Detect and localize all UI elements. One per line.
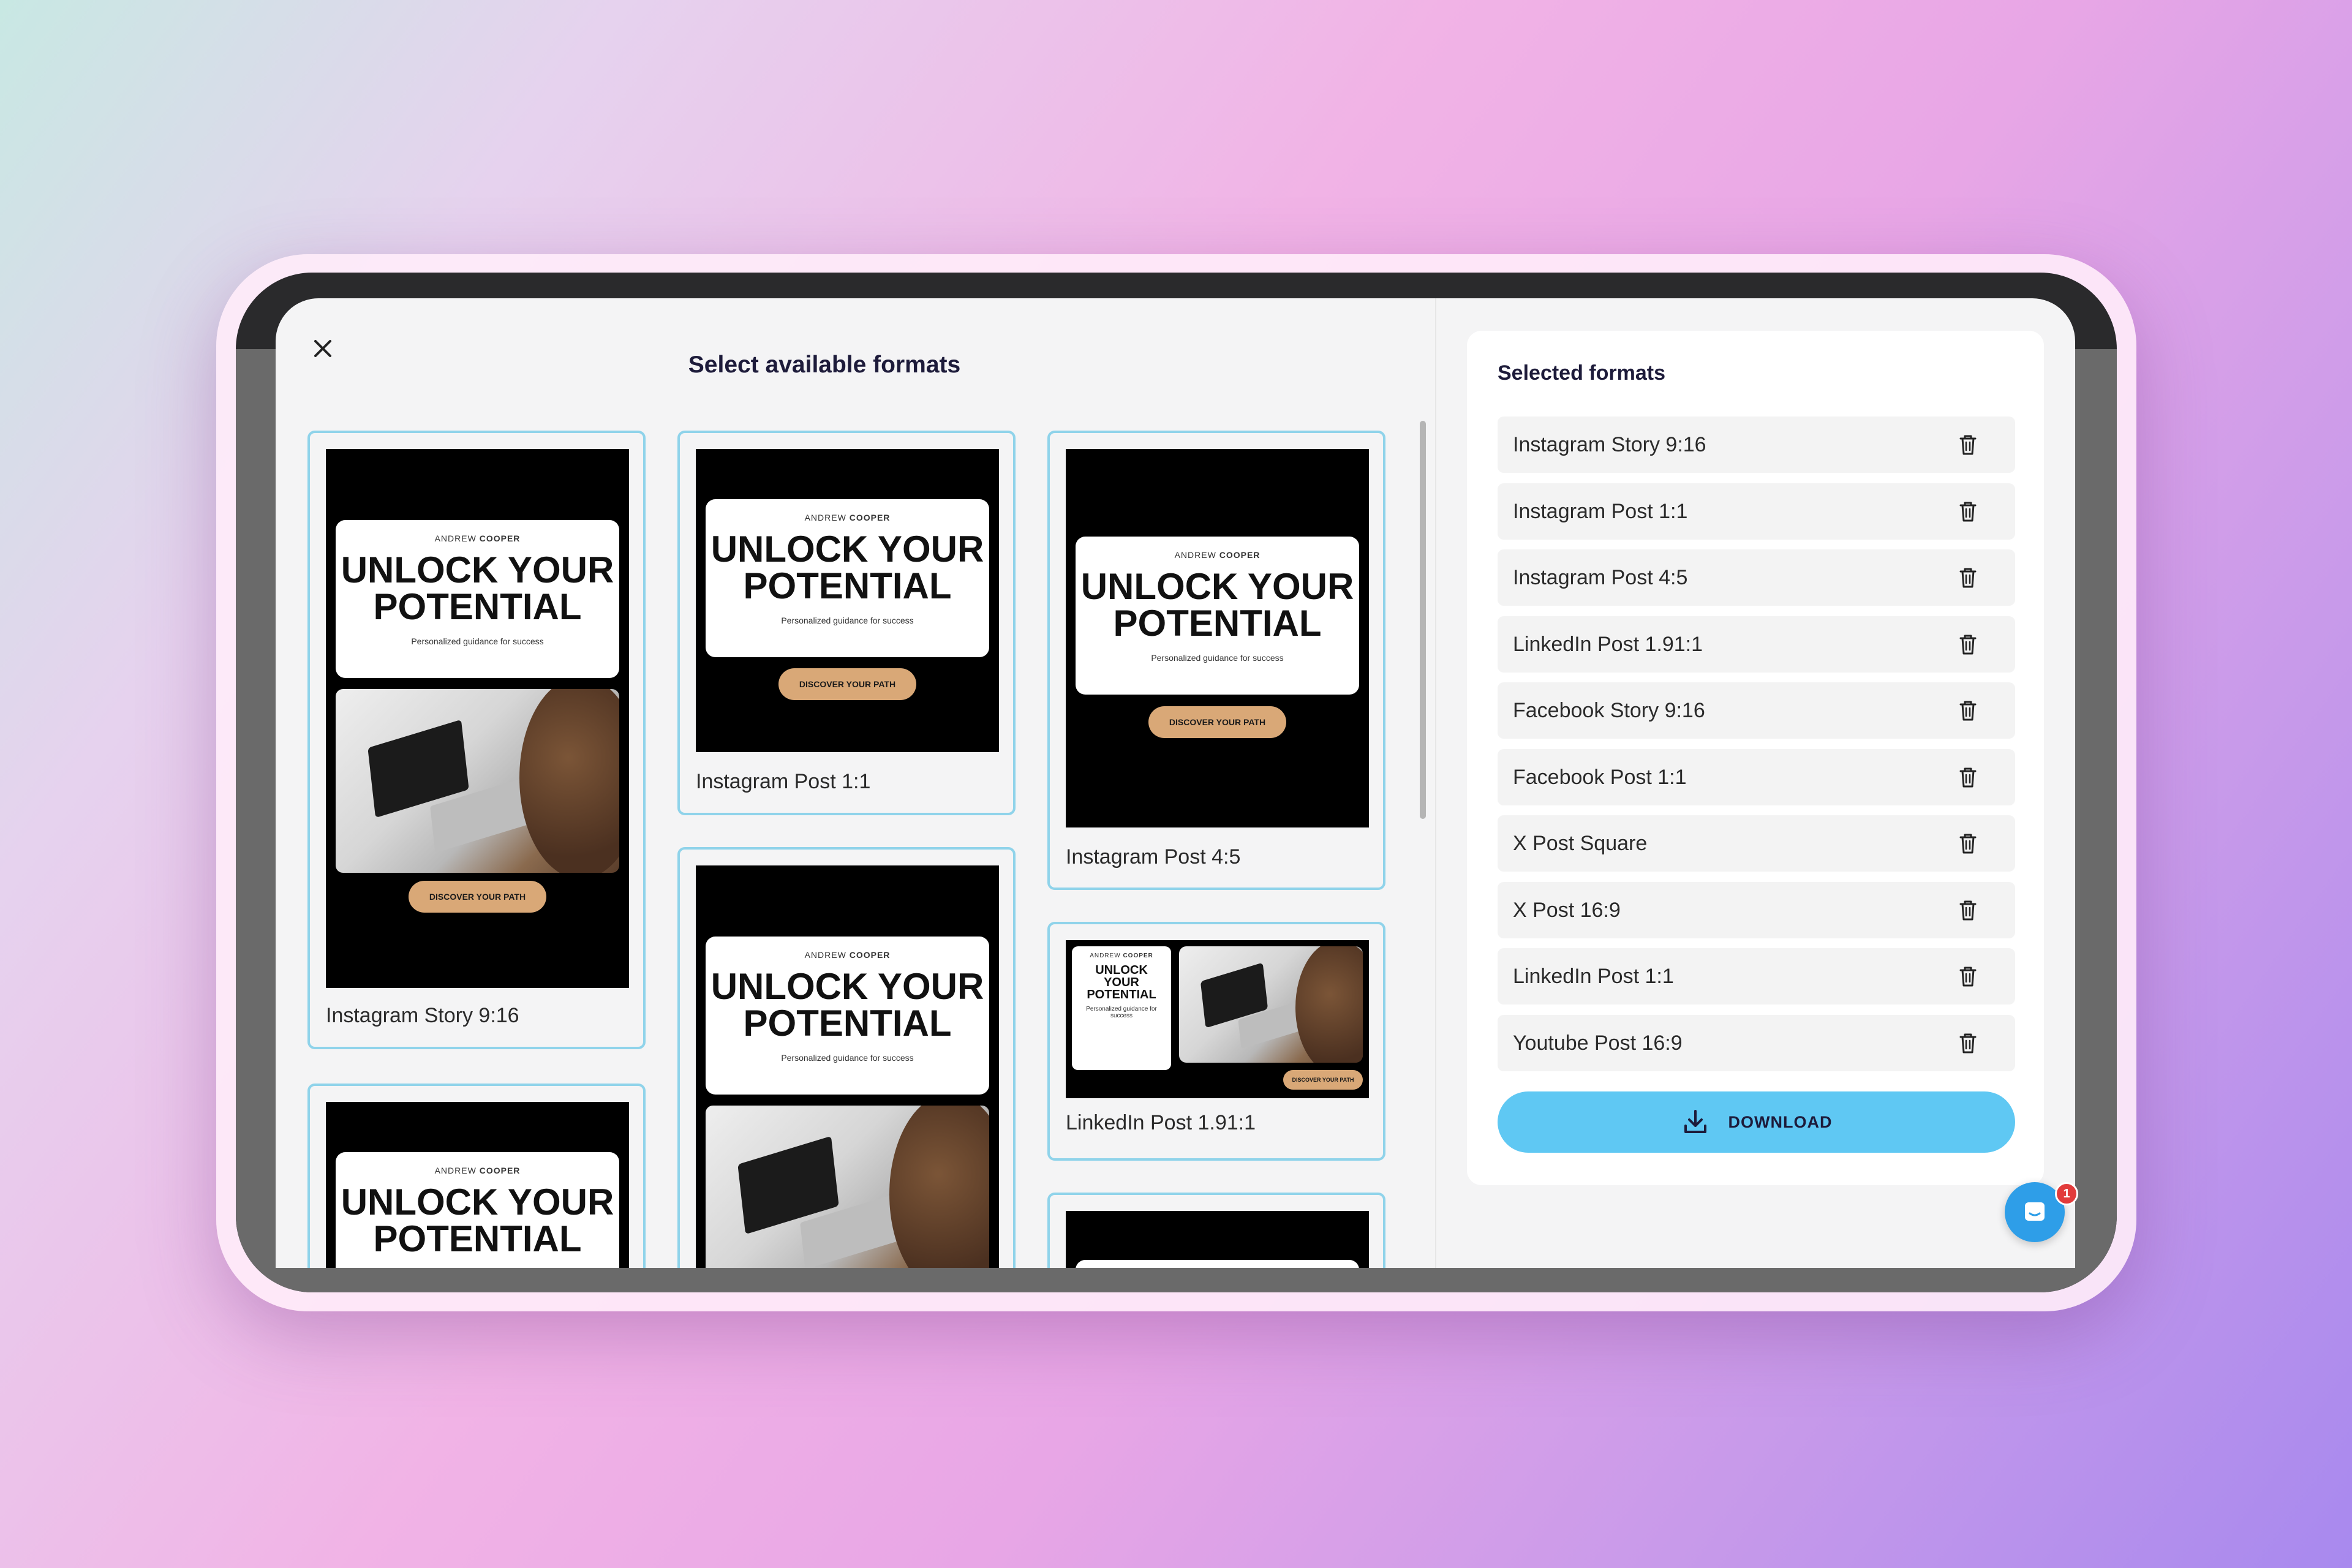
preview-cta: DISCOVER YOUR PATH [1283, 1070, 1363, 1090]
download-icon [1684, 1110, 1706, 1133]
format-card[interactable]: ANDREW COOPER UNLOCK YOUR POTENTIAL [307, 1084, 646, 1268]
selected-format-row: Instagram Post 1:1 [1498, 483, 2015, 540]
format-preview: ANDREW COOPER UNLOCK YOUR POTENTIAL Person… [1066, 940, 1369, 1098]
format-card[interactable]: ANDREW COOPER UNLOCK YOUR POTENTIAL Perso… [677, 847, 1016, 1268]
format-selection-modal: Select available formats ANDREW COOPER U… [276, 298, 2075, 1268]
preview-headline: UNLOCK YOUR POTENTIAL [710, 966, 984, 1044]
format-card-label: LinkedIn Post 1.91:1 [1066, 1111, 1256, 1134]
close-button[interactable] [308, 334, 337, 363]
preview-headline-box: ANDREW COOPER UNLOCK YOUR POTENTIAL [336, 1152, 619, 1268]
preview-author: ANDREW COOPER [804, 513, 891, 522]
download-label: DOWNLOAD [1728, 1112, 1833, 1131]
selected-format-label: Youtube Post 16:9 [1513, 1031, 1683, 1055]
selected-format-row: Facebook Story 9:16 [1498, 682, 2015, 739]
format-card-instagram-post-square[interactable]: ANDREW COOPER UNLOCK YOUR POTENTIAL Perso… [677, 431, 1016, 815]
format-preview: ANDREW COOPER UNLOCK YOUR POTENTIAL [326, 1102, 629, 1268]
selected-format-label: Instagram Post 1:1 [1513, 499, 1688, 523]
preview-author: ANDREW COOPER [434, 1166, 521, 1175]
trash-icon[interactable] [1958, 1032, 1978, 1054]
format-preview [1066, 1211, 1369, 1268]
preview-headline-box: ANDREW COOPER UNLOCK YOUR POTENTIAL Perso… [706, 499, 989, 657]
format-preview: ANDREW COOPER UNLOCK YOUR POTENTIAL Perso… [696, 865, 999, 1268]
trash-icon[interactable] [1958, 766, 1978, 788]
format-preview: ANDREW COOPER UNLOCK YOUR POTENTIAL Perso… [696, 449, 999, 752]
trash-icon[interactable] [1958, 633, 1978, 655]
preview-subtitle: Personalized guidance for success [1151, 653, 1284, 663]
preview-headline: UNLOCK YOUR POTENTIAL [710, 529, 984, 606]
format-card[interactable] [1047, 1193, 1385, 1268]
panel-divider [1435, 298, 1436, 1268]
format-preview: ANDREW COOPER UNLOCK YOUR POTENTIAL Perso… [1066, 449, 1369, 827]
trash-icon[interactable] [1958, 965, 1978, 987]
preview-author: ANDREW COOPER [1090, 952, 1153, 959]
selected-format-label: Facebook Post 1:1 [1513, 765, 1687, 789]
preview-headline: UNLOCK YOUR POTENTIAL [1080, 566, 1354, 644]
selected-format-label: Instagram Post 4:5 [1513, 566, 1688, 589]
close-icon [314, 340, 331, 357]
trash-icon[interactable] [1958, 832, 1978, 854]
format-card-instagram-story[interactable]: ANDREW COOPER UNLOCK YOUR POTENTIAL Perso… [307, 431, 646, 1049]
preview-cta: DISCOVER YOUR PATH [778, 668, 916, 700]
trash-icon[interactable] [1958, 699, 1978, 722]
selected-formats-panel: Selected formats Instagram Story 9:16 Ins… [1467, 331, 2044, 1185]
trash-icon[interactable] [1958, 434, 1978, 456]
preview-author: ANDREW COOPER [804, 950, 891, 960]
preview-headline-box: ANDREW COOPER UNLOCK YOUR POTENTIAL Perso… [336, 520, 619, 678]
selected-format-row: LinkedIn Post 1.91:1 [1498, 616, 2015, 673]
preview-headline: UNLOCK YOUR POTENTIAL [1087, 963, 1156, 1001]
format-preview: ANDREW COOPER UNLOCK YOUR POTENTIAL Perso… [326, 449, 629, 988]
preview-author: ANDREW COOPER [1174, 550, 1261, 560]
preview-headline-box: ANDREW COOPER UNLOCK YOUR POTENTIAL Perso… [706, 937, 989, 1095]
preview-subtitle: Personalized guidance for success [411, 636, 544, 646]
selected-format-label: Facebook Story 9:16 [1513, 699, 1705, 722]
selected-format-label: X Post 16:9 [1513, 898, 1621, 922]
format-card-label: Instagram Story 9:16 [326, 1004, 519, 1027]
selected-format-label: LinkedIn Post 1:1 [1513, 965, 1674, 988]
selected-format-row: X Post Square [1498, 815, 2015, 872]
preview-photo [706, 1106, 989, 1268]
selected-format-label: Instagram Story 9:16 [1513, 433, 1706, 456]
download-button[interactable]: DOWNLOAD [1498, 1091, 2015, 1153]
trash-icon[interactable] [1958, 899, 1978, 921]
format-card-instagram-post-portrait[interactable]: ANDREW COOPER UNLOCK YOUR POTENTIAL Perso… [1047, 431, 1385, 890]
selected-format-row: LinkedIn Post 1:1 [1498, 948, 2015, 1005]
preview-headline-box [1076, 1260, 1359, 1268]
preview-headline-box: ANDREW COOPER UNLOCK YOUR POTENTIAL Person… [1072, 946, 1171, 1070]
preview-subtitle: Personalized guidance for success [1086, 1006, 1157, 1019]
chat-notification-badge: 1 [2055, 1182, 2078, 1205]
selected-format-row: Instagram Story 9:16 [1498, 417, 2015, 473]
trash-icon[interactable] [1958, 500, 1978, 522]
preview-cta: DISCOVER YOUR PATH [1148, 706, 1286, 738]
selected-format-row: X Post 16:9 [1498, 881, 2015, 938]
preview-headline: UNLOCK YOUR POTENTIAL [341, 549, 614, 627]
preview-photo [1179, 946, 1363, 1063]
preview-headline-box: ANDREW COOPER UNLOCK YOUR POTENTIAL Perso… [1076, 537, 1359, 695]
preview-author: ANDREW COOPER [434, 533, 521, 543]
format-card-label: Instagram Post 1:1 [696, 770, 871, 793]
format-card-label: Instagram Post 4:5 [1066, 845, 1241, 869]
selected-formats-title: Selected formats [1498, 361, 1665, 385]
preview-cta: DISCOVER YOUR PATH [409, 881, 546, 913]
preview-subtitle: Personalized guidance for success [781, 616, 914, 625]
selected-format-row: Youtube Post 16:9 [1498, 1014, 2015, 1071]
formats-scrollbar[interactable] [1420, 421, 1426, 1268]
modal-title: Select available formats [688, 352, 961, 378]
selected-format-label: X Post Square [1513, 832, 1648, 855]
trash-icon[interactable] [1958, 567, 1978, 589]
format-card-linkedin-post-wide[interactable]: ANDREW COOPER UNLOCK YOUR POTENTIAL Person… [1047, 922, 1385, 1161]
preview-photo [336, 689, 619, 873]
scrollbar-thumb[interactable] [1420, 421, 1426, 819]
preview-headline: UNLOCK YOUR POTENTIAL [341, 1182, 614, 1259]
selected-format-row: Facebook Post 1:1 [1498, 748, 2015, 805]
chat-icon [2025, 1202, 2045, 1221]
preview-subtitle: Personalized guidance for success [781, 1053, 914, 1063]
selected-format-label: LinkedIn Post 1.91:1 [1513, 632, 1703, 656]
selected-format-row: Instagram Post 4:5 [1498, 549, 2015, 606]
